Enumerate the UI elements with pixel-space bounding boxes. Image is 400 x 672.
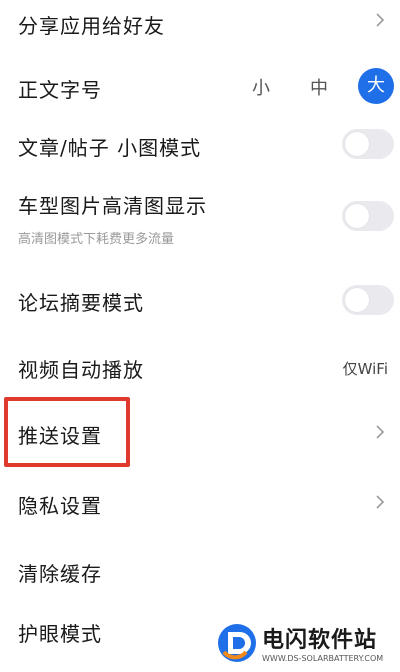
- privacy-settings-label: 隐私设置: [18, 494, 102, 518]
- forum-summary-label: 论坛摘要模式: [18, 291, 144, 315]
- eye-care-label: 护眼模式: [18, 622, 102, 646]
- hd-car-images-subtitle: 高清图模式下耗费更多流量: [18, 232, 175, 247]
- clear-cache-row[interactable]: 清除缓存: [0, 544, 400, 600]
- watermark: 电闪软件站 WWW.DS-SOLARBATTERY.COM: [198, 612, 400, 672]
- toggle-knob: [345, 132, 369, 156]
- font-size-label: 正文字号: [18, 78, 102, 102]
- push-settings-highlight-box: [4, 397, 130, 467]
- chevron-right-icon: [374, 424, 386, 440]
- hd-car-images-toggle[interactable]: [342, 201, 394, 231]
- small-image-mode-toggle[interactable]: [342, 129, 394, 159]
- chevron-right-icon: [374, 12, 386, 28]
- share-app-label: 分享应用给好友: [18, 14, 165, 38]
- privacy-settings-row[interactable]: 隐私设置: [0, 474, 400, 534]
- clear-cache-label: 清除缓存: [18, 562, 102, 586]
- forum-summary-toggle[interactable]: [342, 285, 394, 315]
- font-size-row: 正文字号 小 中 大: [0, 58, 400, 114]
- toggle-knob: [345, 204, 369, 228]
- forum-summary-row: 论坛摘要模式: [0, 272, 400, 328]
- small-image-mode-label: 文章/帖子 小图模式: [18, 136, 202, 160]
- watermark-url: WWW.DS-SOLARBATTERY.COM: [262, 654, 384, 663]
- small-image-mode-row: 文章/帖子 小图模式: [0, 118, 400, 174]
- hd-car-images-row: 车型图片高清图显示 高清图模式下耗费更多流量: [0, 178, 400, 258]
- watermark-logo-icon: [216, 622, 258, 664]
- watermark-title: 电闪软件站: [262, 628, 378, 653]
- toggle-knob: [345, 288, 369, 312]
- hd-car-images-label: 车型图片高清图显示: [18, 194, 207, 218]
- font-size-medium-option[interactable]: 中: [310, 74, 328, 100]
- share-app-row[interactable]: 分享应用给好友: [0, 0, 400, 46]
- video-autoplay-row[interactable]: 视频自动播放 仅WiFi: [0, 340, 400, 396]
- video-autoplay-label: 视频自动播放: [18, 358, 144, 382]
- font-size-small-option[interactable]: 小: [252, 74, 270, 100]
- chevron-right-icon: [374, 494, 386, 510]
- font-size-large-option[interactable]: 大: [358, 68, 394, 104]
- video-autoplay-value: 仅WiFi: [342, 360, 388, 378]
